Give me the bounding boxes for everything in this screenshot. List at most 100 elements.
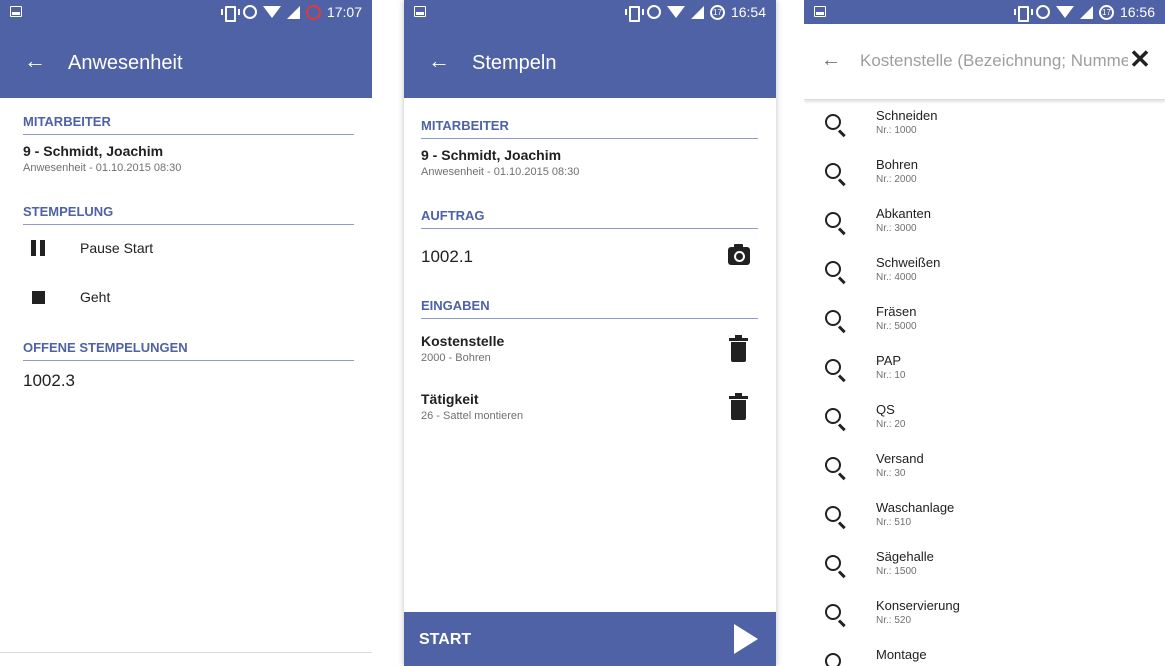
- list-item[interactable]: Waschanlage Nr.: 510: [804, 492, 1165, 541]
- status-time: 16:54: [730, 4, 766, 20]
- list-item[interactable]: Versand Nr.: 30: [804, 443, 1165, 492]
- start-label: START: [419, 631, 472, 648]
- section-header-stamping: STEMPELUNG: [23, 204, 354, 225]
- search-icon: [825, 555, 841, 571]
- action-leave[interactable]: Geht: [23, 282, 354, 312]
- battery-icon: [305, 4, 321, 20]
- signal-icon: [690, 5, 704, 19]
- camera-icon[interactable]: [728, 244, 750, 265]
- item-number: Nr.: 1500: [876, 566, 917, 577]
- item-name: Bohren: [876, 157, 918, 172]
- section-header-employee: MITARBEITER: [421, 118, 758, 139]
- list-item[interactable]: Konservierung Nr.: 520: [804, 590, 1165, 639]
- action-pause-start[interactable]: Pause Start: [23, 233, 354, 263]
- action-label: Geht: [80, 289, 111, 305]
- search-icon: [825, 163, 841, 179]
- vibrate-icon: [1013, 5, 1033, 22]
- start-button[interactable]: START: [404, 612, 776, 666]
- image-notification-icon: [814, 6, 826, 17]
- item-name: Fräsen: [876, 304, 917, 319]
- employee-name: 9 - Schmidt, Joachim: [23, 143, 164, 159]
- item-number: Nr.: 520: [876, 615, 912, 626]
- results-list: Schneiden Nr.: 1000 Bohren Nr.: 2000 Abk…: [804, 100, 1165, 666]
- item-name: Montage: [876, 647, 927, 662]
- item-number: Nr.: 2000: [876, 174, 917, 185]
- item-number: Nr.: 4000: [876, 272, 917, 283]
- list-item[interactable]: Fräsen Nr.: 5000: [804, 296, 1165, 345]
- status-time: 16:56: [1119, 4, 1155, 20]
- screen-anwesenheit: 17:07 ← Anwesenheit MITARBEITER 9 - Schm…: [0, 0, 372, 666]
- search-icon: [825, 506, 841, 522]
- back-arrow-icon[interactable]: ←: [821, 49, 841, 72]
- image-notification-icon: [414, 6, 426, 17]
- status-bar: 17:07: [0, 0, 372, 24]
- image-notification-icon: [10, 6, 22, 17]
- list-item[interactable]: Schweißen Nr.: 4000: [804, 247, 1165, 296]
- item-number: Nr.: 20: [876, 419, 906, 430]
- item-number: Nr.: 5000: [876, 321, 917, 332]
- signal-icon: [1079, 5, 1093, 19]
- close-icon[interactable]: ✕: [1125, 44, 1155, 74]
- input-value-activity: 26 - Sattel montieren: [421, 410, 524, 422]
- screen-stempeln: 17 16:54 ← Stempeln MITARBEITER 9 - Schm…: [404, 0, 776, 666]
- list-item[interactable]: PAP Nr.: 10: [804, 345, 1165, 394]
- list-item[interactable]: Schneiden Nr.: 1000: [804, 100, 1165, 149]
- search-bar: ← ✕: [804, 24, 1165, 100]
- search-icon: [825, 604, 841, 620]
- vibrate-icon: [220, 5, 240, 22]
- input-title-activity: Tätigkeit: [421, 391, 479, 407]
- delete-icon[interactable]: [729, 393, 748, 420]
- item-number: Nr.: 10: [876, 370, 906, 381]
- section-header-employee: MITARBEITER: [23, 114, 354, 135]
- status-time: 17:07: [326, 4, 362, 20]
- item-number: Nr.: 510: [876, 517, 912, 528]
- screen-cost-center-search: 17 16:56 ← ✕ Schneiden Nr.: 1000 Bohren …: [804, 0, 1165, 666]
- search-icon: [825, 212, 841, 228]
- item-name: Sägehalle: [876, 549, 934, 564]
- section-header-inputs: EINGABEN: [421, 298, 758, 319]
- app-bar: ← Stempeln: [404, 24, 776, 98]
- open-stamp-item[interactable]: 1002.3: [23, 371, 75, 391]
- search-icon: [825, 359, 841, 375]
- alarm-icon: [1035, 5, 1050, 19]
- status-bar: 17 16:56: [804, 0, 1165, 24]
- bottom-divider: [0, 652, 372, 653]
- input-value-cost-center: 2000 - Bohren: [421, 352, 491, 364]
- item-name: Waschanlage: [876, 500, 955, 515]
- status-bar: 17 16:54: [404, 0, 776, 24]
- wifi-icon: [262, 6, 281, 18]
- delete-icon[interactable]: [729, 335, 748, 362]
- item-number: Nr.: 30: [876, 468, 906, 479]
- search-icon: [825, 457, 841, 473]
- employee-name: 9 - Schmidt, Joachim: [421, 147, 562, 163]
- list-item[interactable]: Montage: [804, 639, 1165, 666]
- pause-icon: [31, 240, 45, 256]
- wifi-icon: [666, 6, 685, 18]
- item-name: Abkanten: [876, 206, 931, 221]
- list-item[interactable]: Sägehalle Nr.: 1500: [804, 541, 1165, 590]
- search-icon: [825, 114, 841, 130]
- order-number[interactable]: 1002.1: [421, 247, 473, 267]
- signal-icon: [286, 5, 300, 19]
- action-label: Pause Start: [80, 240, 154, 256]
- wifi-icon: [1055, 6, 1074, 18]
- item-name: Versand: [876, 451, 924, 466]
- search-icon: [825, 261, 841, 277]
- battery-icon: 17: [1098, 4, 1114, 20]
- list-item[interactable]: Abkanten Nr.: 3000: [804, 198, 1165, 247]
- stop-icon: [32, 291, 45, 304]
- back-arrow-icon[interactable]: ←: [24, 48, 46, 74]
- vibrate-icon: [624, 5, 644, 22]
- input-title-cost-center: Kostenstelle: [421, 333, 505, 349]
- battery-icon: 17: [709, 4, 725, 20]
- play-icon: [734, 624, 758, 654]
- search-input[interactable]: [860, 46, 1128, 76]
- search-icon: [825, 408, 841, 424]
- list-item[interactable]: QS Nr.: 20: [804, 394, 1165, 443]
- item-name: Schneiden: [876, 108, 938, 123]
- search-icon: [825, 310, 841, 326]
- item-name: QS: [876, 402, 895, 417]
- list-item[interactable]: Bohren Nr.: 2000: [804, 149, 1165, 198]
- back-arrow-icon[interactable]: ←: [428, 48, 450, 74]
- section-header-order: AUFTRAG: [421, 208, 758, 229]
